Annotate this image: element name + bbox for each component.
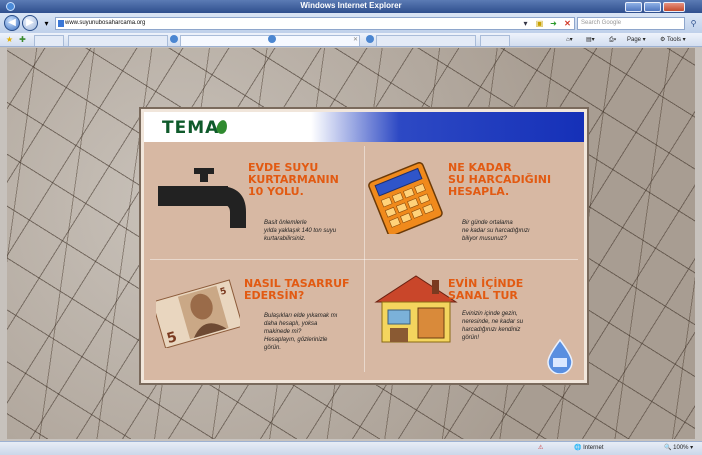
zone-label: Internet: [583, 445, 604, 451]
close-tab-icon[interactable]: ✕: [353, 34, 358, 46]
search-placeholder: Search Google: [581, 20, 622, 26]
tools-menu[interactable]: ⚙ Tools ▾: [660, 34, 686, 46]
favorites-star-icon[interactable]: ★: [4, 33, 15, 46]
banknote-icon: 5 5: [156, 279, 240, 348]
back-button[interactable]: ◀: [4, 15, 20, 31]
section-description: Evinizin içinde gezin, neresinde, ne kad…: [462, 311, 524, 341]
section-description: Basit önlemlerle yılda yaklaşık 140 ton …: [264, 220, 337, 242]
tab-command-bar: ★ ✚ ✕ ⌂▾ ▤▾ ⎙▾ Page ▾ ⚙ Tools ▾: [0, 33, 702, 47]
section-description: Bulaşıkları elde yıkamak mı daha hesaplı…: [264, 313, 338, 351]
tab-3[interactable]: [376, 35, 476, 46]
section-water-saving-tips[interactable]: EVDE SUYU KURTARMANIN 10 YOLU. Basit önl…: [148, 146, 366, 261]
page-viewport: TEMA EVDE SUYU KURTARMANIN 10 YOLU. Basi…: [7, 48, 695, 439]
window-title: Windows Internet Explorer: [300, 1, 402, 10]
zoom-control[interactable]: 🔍 100% ▾: [664, 442, 693, 455]
search-icon[interactable]: ⚲: [688, 17, 699, 30]
zoom-level: 100%: [673, 445, 689, 451]
tab-1[interactable]: [68, 35, 168, 46]
section-title: EVDE SUYU KURTARMANIN 10 YOLU.: [248, 161, 339, 198]
maximize-button[interactable]: [644, 2, 661, 12]
section-how-to-save[interactable]: 5 5 NASIL TASARRUF EDERSİN? Bulaşıkları …: [148, 262, 366, 377]
tab-page-icon: [366, 35, 374, 43]
minimize-button[interactable]: [625, 2, 642, 12]
address-field[interactable]: www.suyunubosaharcama.org: [55, 17, 575, 30]
stop-icon[interactable]: ✕: [562, 17, 573, 30]
internet-zone[interactable]: 🌐 Internet: [574, 442, 604, 455]
home-icon[interactable]: ⌂▾: [566, 34, 573, 46]
water-drop-button[interactable]: [542, 338, 578, 374]
page-menu[interactable]: Page ▾: [627, 34, 646, 46]
address-url: www.suyunubosaharcama.org: [65, 20, 146, 26]
loading-icon: [268, 35, 276, 43]
lock-icon[interactable]: ▣: [534, 17, 545, 30]
popup-blocked-icon[interactable]: ⚠: [538, 442, 543, 455]
section-description: Bir günde ortalama ne kadar su harcadığı…: [462, 220, 530, 242]
go-icon[interactable]: ➜: [548, 17, 559, 30]
search-input[interactable]: Search Google: [577, 17, 685, 30]
feeds-icon[interactable]: ▤▾: [586, 34, 595, 46]
section-water-calculator[interactable]: NE KADAR SU HARCADIĞINI HESAPLA. Bir gün…: [366, 146, 584, 261]
address-dropdown-icon[interactable]: ▾: [520, 17, 531, 30]
site-header: TEMA: [144, 112, 584, 142]
address-toolbar: ◀ ▶ ▾ www.suyunubosaharcama.org ▾ ▣ ➜ ✕ …: [0, 13, 702, 33]
window-title-bar: Windows Internet Explorer: [0, 0, 702, 13]
water-tap-icon: [158, 168, 246, 228]
page-icon: [58, 20, 64, 27]
section-title: NE KADAR SU HARCADIĞINI HESAPLA.: [448, 161, 552, 198]
house-icon: [374, 275, 458, 343]
add-favorites-icon[interactable]: ✚: [17, 33, 28, 46]
quick-tabs-button[interactable]: [34, 35, 64, 46]
section-title: EVİN İÇİNDE SANAL TUR: [448, 277, 524, 302]
status-bar: ⚠ 🌐 Internet 🔍 100% ▾: [0, 441, 702, 455]
history-dropdown-icon[interactable]: ▾: [41, 17, 52, 30]
close-button[interactable]: [663, 2, 685, 12]
tema-logo[interactable]: TEMA: [162, 118, 219, 138]
section-title: NASIL TASARRUF EDERSİN?: [244, 277, 350, 302]
site-panel: TEMA EVDE SUYU KURTARMANIN 10 YOLU. Basi…: [144, 112, 584, 380]
calculator-icon: [368, 162, 443, 234]
tools-menu-label: Tools: [666, 37, 681, 43]
page-menu-label: Page: [627, 37, 642, 43]
tab-page-icon: [170, 35, 178, 43]
print-icon[interactable]: ⎙▾: [609, 34, 616, 46]
new-tab-button[interactable]: [480, 35, 510, 46]
forward-button[interactable]: ▶: [22, 15, 38, 31]
